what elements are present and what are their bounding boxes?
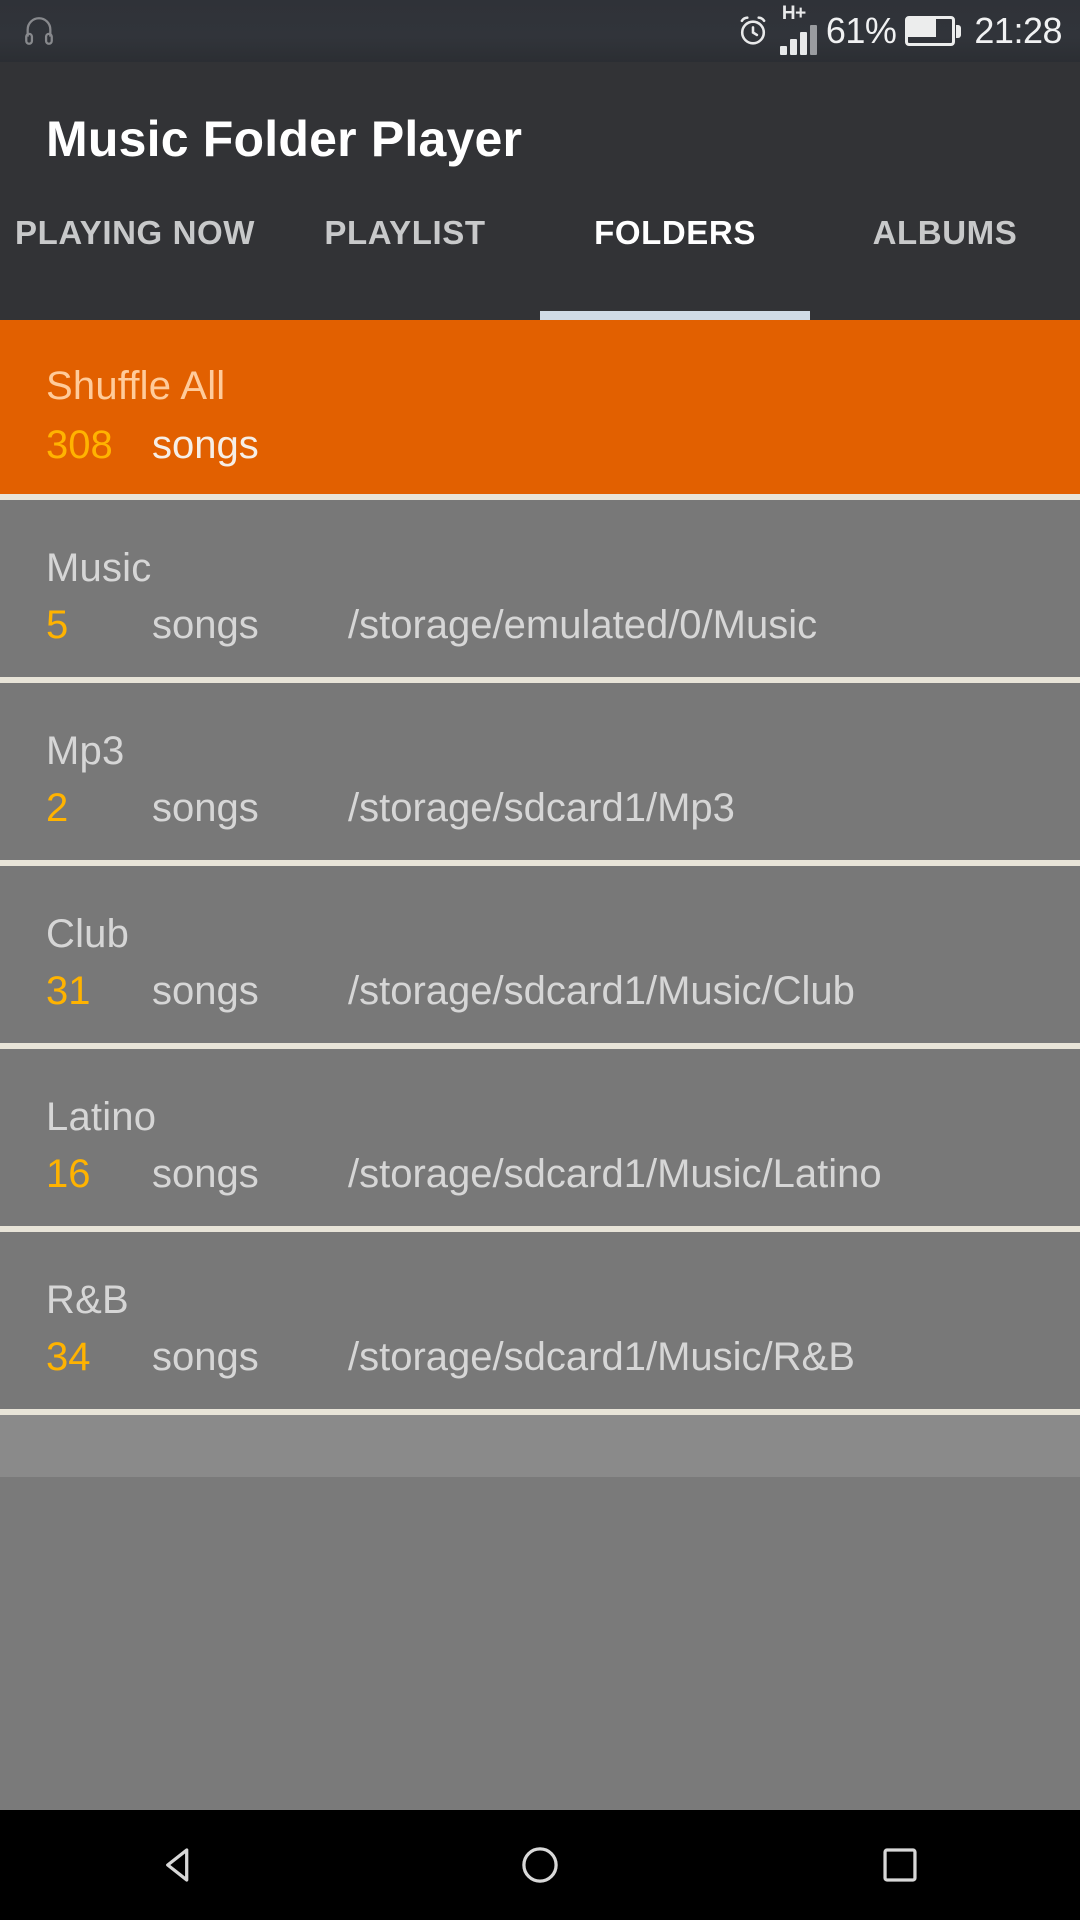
status-bar-right: H+ 61% 21:28 xyxy=(735,3,1062,55)
list-item[interactable]: Latino 16 songs /storage/sdcard1/Music/L… xyxy=(0,1049,1080,1232)
folder-name: Mp3 xyxy=(46,729,125,773)
folder-name: Club xyxy=(46,912,130,956)
list-item[interactable]: Music 5 songs /storage/emulated/0/Music xyxy=(0,500,1080,683)
list-item[interactable]: Mp3 2 songs /storage/sdcard1/Mp3 xyxy=(0,683,1080,866)
folder-list: Music 5 songs /storage/emulated/0/Music … xyxy=(0,500,1080,1477)
alarm-clock-icon xyxy=(735,13,771,49)
shuffle-songs-label: songs xyxy=(152,423,259,467)
folder-song-count: 16 xyxy=(46,1152,91,1196)
folder-path: /storage/emulated/0/Music xyxy=(348,603,818,647)
home-circle-icon xyxy=(522,1847,558,1883)
folder-song-count: 34 xyxy=(46,1335,91,1379)
folder-meta: 16 songs /storage/sdcard1/Music/Latino xyxy=(46,1152,1080,1197)
battery-percent-label: 61% xyxy=(825,10,897,51)
folder-name: Music xyxy=(46,546,152,590)
folder-song-count: 2 xyxy=(46,786,69,830)
shuffle-all-row[interactable]: Shuffle All 308 songs xyxy=(0,320,1080,500)
recents-square-icon xyxy=(883,1848,917,1882)
status-bar: H+ 61% 21:28 xyxy=(0,0,1080,62)
list-item[interactable]: R&B 34 songs /storage/sdcard1/Music/R&B xyxy=(0,1232,1080,1415)
signal-bars xyxy=(779,25,817,55)
recents-button[interactable] xyxy=(840,1810,960,1920)
tab-playing-now[interactable]: PLAYING NOW xyxy=(0,168,270,320)
folder-songs-label: songs xyxy=(152,786,259,830)
folder-songs-label: songs xyxy=(152,1152,259,1196)
shuffle-all-meta: 308 songs xyxy=(46,423,1080,468)
clock-label: 21:28 xyxy=(974,10,1062,51)
battery-icon xyxy=(905,16,962,46)
list-item[interactable]: Club 31 songs /storage/sdcard1/Music/Clu… xyxy=(0,866,1080,1049)
network-type-label: H+ xyxy=(781,3,806,24)
folder-name: R&B xyxy=(46,1278,129,1322)
home-button[interactable] xyxy=(480,1810,600,1920)
folder-path: /storage/sdcard1/Mp3 xyxy=(348,786,735,830)
page-title: Music Folder Player xyxy=(46,111,523,167)
shuffle-all-label: Shuffle All xyxy=(46,364,226,408)
tab-albums[interactable]: ALBUMS xyxy=(810,168,1080,320)
folder-path: /storage/sdcard1/Music/R&B xyxy=(348,1335,855,1379)
folder-name: Latino xyxy=(46,1095,157,1139)
headphone-icon xyxy=(22,14,56,48)
folder-songs-label: songs xyxy=(152,603,259,647)
system-nav-bar xyxy=(0,1810,1080,1920)
folder-song-count: 31 xyxy=(46,969,91,1013)
folder-meta: 31 songs /storage/sdcard1/Music/Club xyxy=(46,969,1080,1014)
tab-bar: PLAYING NOW PLAYLIST FOLDERS ALBUMS xyxy=(0,168,1080,320)
folder-songs-label: songs xyxy=(152,969,259,1013)
folder-path: /storage/sdcard1/Music/Club xyxy=(348,969,855,1013)
back-triangle-icon xyxy=(166,1848,189,1882)
folder-song-count: 5 xyxy=(46,603,69,647)
folder-songs-label: songs xyxy=(152,1335,259,1379)
tab-playlist[interactable]: PLAYLIST xyxy=(270,168,540,320)
folder-meta: 34 songs /storage/sdcard1/Music/R&B xyxy=(46,1335,1080,1380)
folder-meta: 2 songs /storage/sdcard1/Mp3 xyxy=(46,786,1080,831)
shuffle-song-count: 308 xyxy=(46,423,113,467)
list-item-partial[interactable] xyxy=(0,1415,1080,1477)
signal-bars-icon: H+ xyxy=(779,3,817,55)
folder-meta: 5 songs /storage/emulated/0/Music xyxy=(46,603,1080,648)
folder-path: /storage/sdcard1/Music/Latino xyxy=(348,1152,882,1196)
back-button[interactable] xyxy=(120,1810,240,1920)
app-bar: Music Folder Player PLAYING NOW PLAYLIST… xyxy=(0,62,1080,320)
tab-folders[interactable]: FOLDERS xyxy=(540,168,810,320)
status-bar-left xyxy=(22,14,56,48)
